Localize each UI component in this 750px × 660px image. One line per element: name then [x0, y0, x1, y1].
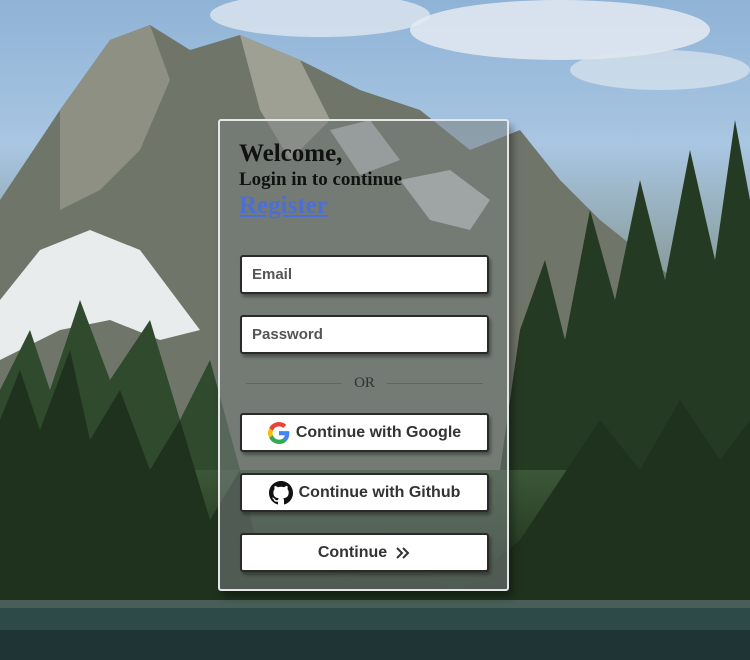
github-logo-icon	[268, 480, 293, 505]
or-divider: OR	[246, 373, 483, 393]
register-link[interactable]: Register	[239, 190, 328, 222]
divider-line-right	[387, 383, 483, 384]
password-input[interactable]	[240, 315, 489, 354]
github-button-label: Continue with Github	[298, 483, 461, 501]
email-input[interactable]	[240, 255, 489, 294]
continue-button[interactable]: Continue	[240, 533, 489, 572]
google-button-label: Continue with Google	[295, 423, 462, 441]
login-subtitle: Login in to continue	[239, 169, 403, 190]
login-card: Welcome, Login in to continue Register O…	[218, 119, 509, 591]
continue-with-github-button[interactable]: Continue with Github	[240, 473, 489, 512]
continue-with-google-button[interactable]: Continue with Google	[240, 413, 489, 452]
double-chevron-right-icon	[395, 546, 411, 560]
google-logo-icon	[267, 421, 290, 444]
welcome-title: Welcome,	[239, 140, 343, 167]
continue-button-label: Continue	[317, 543, 388, 561]
